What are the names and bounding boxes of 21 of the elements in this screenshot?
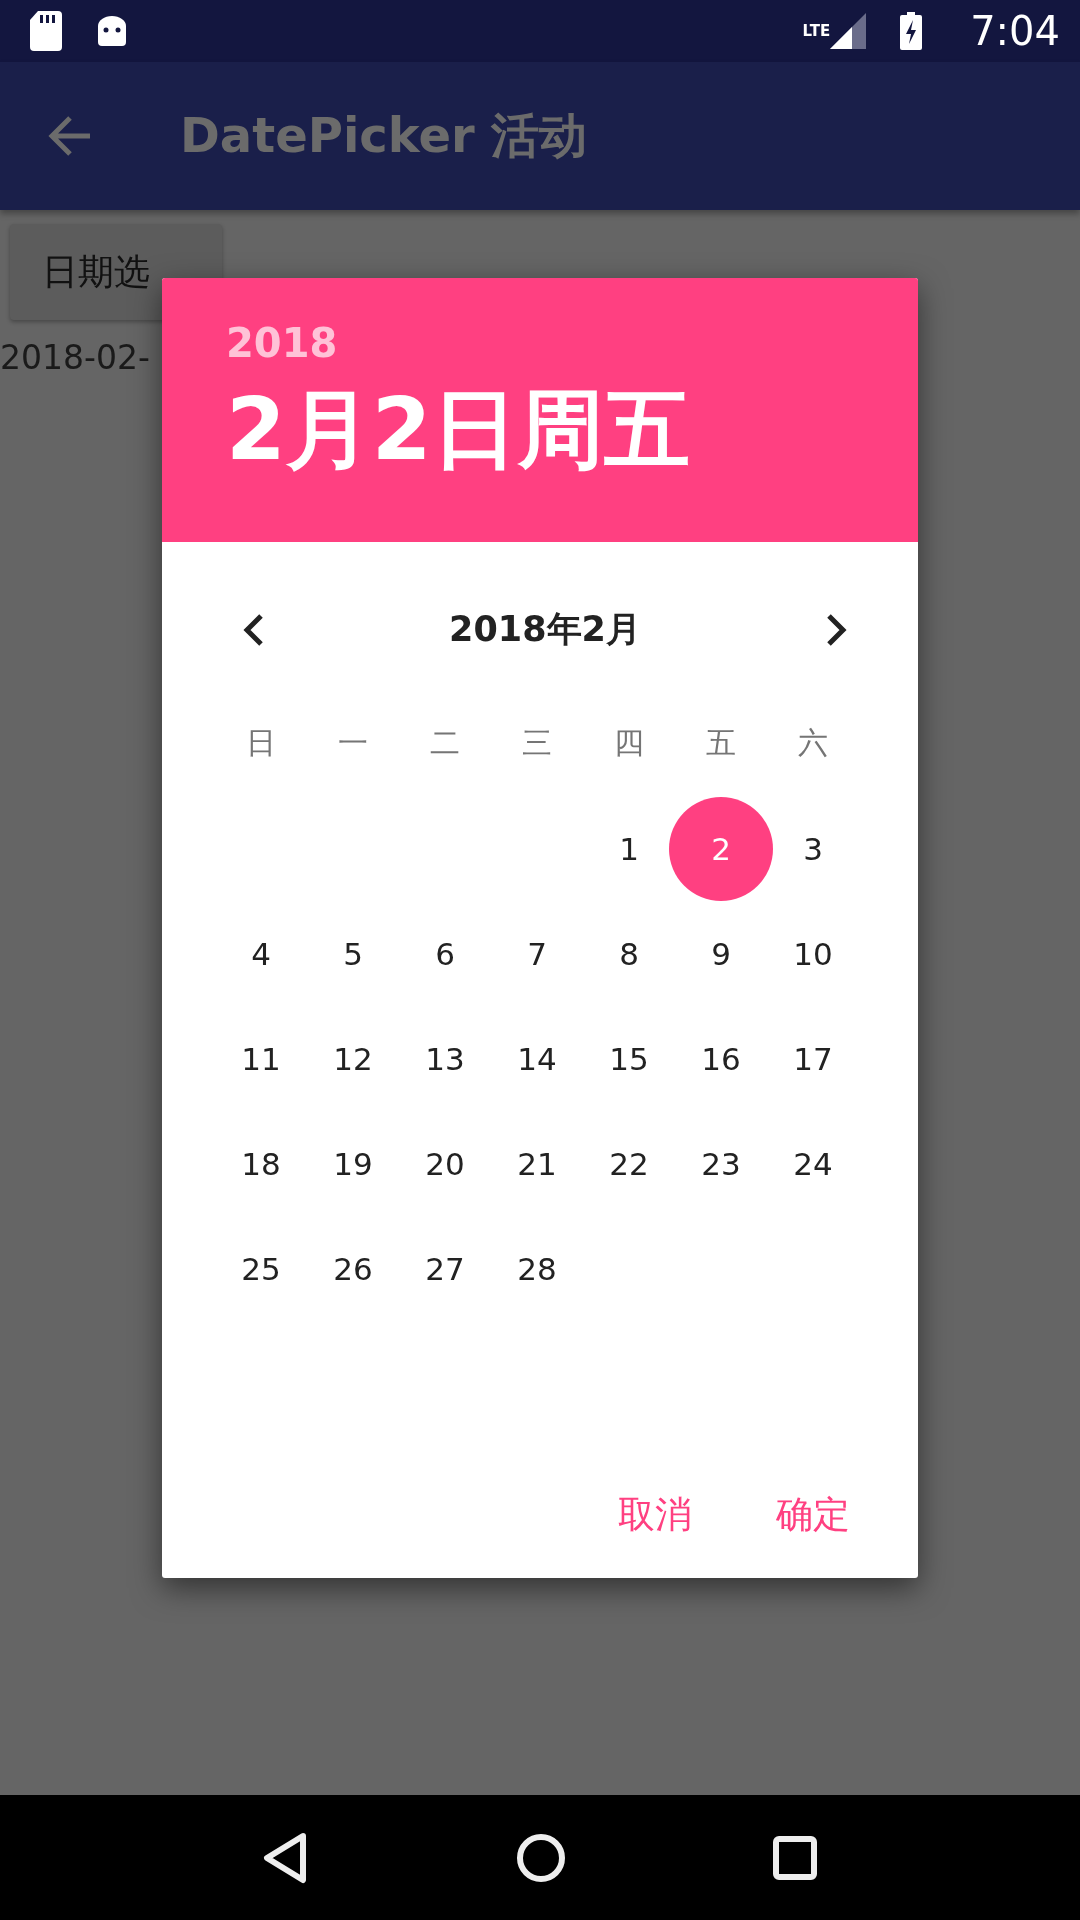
home-icon[interactable] — [516, 1832, 566, 1883]
app-bar-title: DatePicker 活动 — [180, 106, 588, 165]
signal-icon — [830, 13, 867, 49]
weekday-label: 四 — [614, 724, 644, 762]
selected-date-text: 2018-02- — [0, 338, 150, 377]
network-type-text: LTE — [802, 22, 831, 40]
weekday-label: 一 — [338, 724, 368, 762]
weekday-label: 二 — [430, 724, 460, 762]
status-time: 7:04 — [970, 8, 1060, 54]
recents-icon[interactable] — [772, 1835, 817, 1880]
weekday-label: 三 — [522, 724, 552, 762]
sd-card-icon — [30, 11, 62, 51]
chevron-right-icon[interactable] — [826, 612, 848, 647]
back-arrow-icon[interactable] — [48, 116, 92, 156]
weekday-label: 五 — [706, 724, 736, 762]
weekday-label: 六 — [798, 724, 828, 762]
chevron-left-icon[interactable] — [242, 612, 264, 647]
month-title: 2018年2月 — [449, 608, 641, 651]
battery-charging-icon — [900, 12, 923, 50]
weekday-label: 日 — [246, 724, 276, 762]
android-icon — [96, 14, 128, 48]
